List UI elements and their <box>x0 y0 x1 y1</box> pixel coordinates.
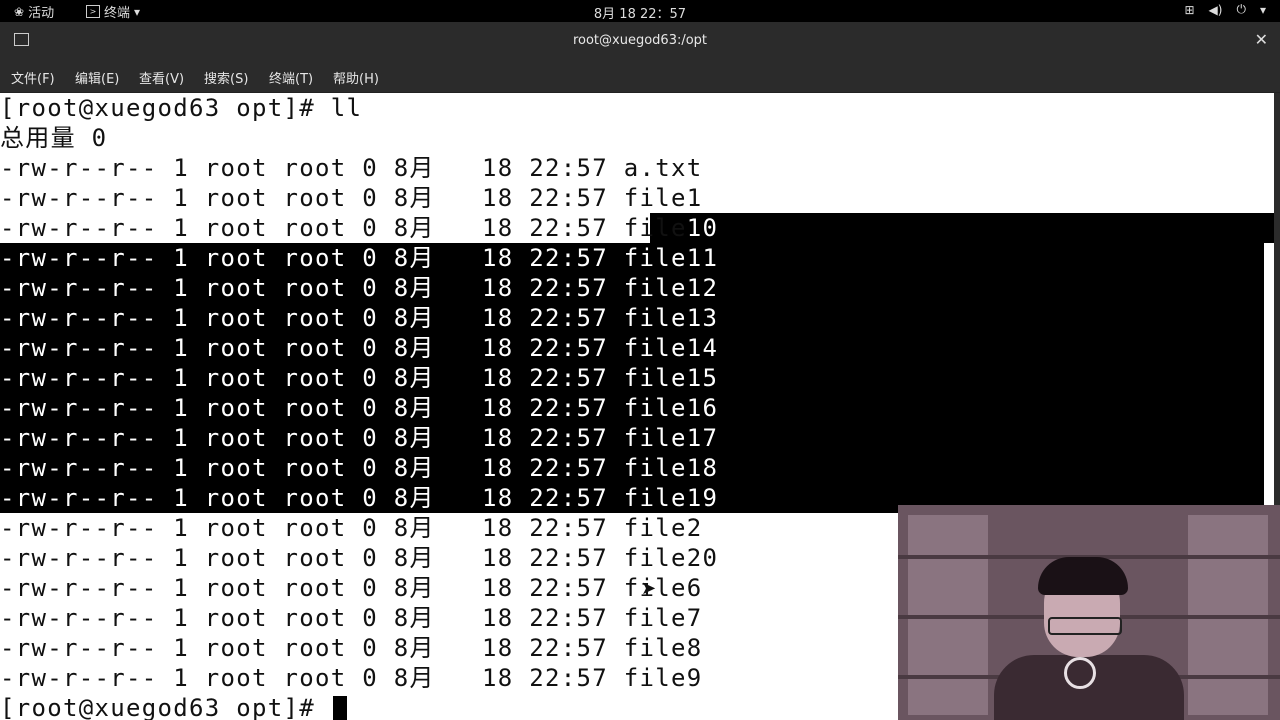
file-name-part: file <box>623 214 687 242</box>
listing-attrs: -rw-r--r-- 1 root root 0 8月 18 22:57 <box>0 634 624 662</box>
listing-row: -rw-r--r-- 1 root root 0 8月 18 22:57 fil… <box>0 213 1274 243</box>
file-name: file15 <box>623 364 719 392</box>
window-title: root@xuegod63:/opt <box>572 33 708 48</box>
file-name: a.txt <box>623 154 703 182</box>
listing-attrs: -rw-r--r-- 1 root root 0 8月 18 22:57 <box>0 334 624 362</box>
close-icon[interactable]: ✕ <box>1255 30 1268 49</box>
listing-attrs: -rw-r--r-- 1 root root 0 8月 18 22:57 <box>0 604 624 632</box>
listing-attrs: -rw-r--r-- 1 root root 0 8月 18 22:57 <box>0 424 624 452</box>
prompt-text: [root@xuegod63 opt]# <box>0 694 331 720</box>
clock[interactable]: 8月 18 22：57 <box>0 3 1280 22</box>
file-name: file10 <box>623 214 719 242</box>
file-name: file13 <box>623 304 719 332</box>
mouse-pointer-icon: ➤ <box>641 578 657 599</box>
network-icon: ⊞ <box>1184 2 1195 17</box>
listing-row: -rw-r--r-- 1 root root 0 8月 18 22:57 fil… <box>0 303 1274 333</box>
file-name-part-selected: 10 <box>686 214 719 242</box>
listing-row: -rw-r--r-- 1 root root 0 8月 18 22:57 fil… <box>0 273 1274 303</box>
system-tray[interactable]: ⊞ ◀) ⏻ ▾ <box>1184 2 1266 17</box>
listing-row: -rw-r--r-- 1 root root 0 8月 18 22:57 a.t… <box>0 153 1274 183</box>
listing-attrs: -rw-r--r-- 1 root root 0 8月 18 22:57 <box>0 364 624 392</box>
command-line: [root@xuegod63 opt]# ll <box>0 94 363 122</box>
menu-terminal[interactable]: 终端(T) <box>269 68 313 87</box>
file-name: file9 <box>623 664 703 692</box>
listing-attrs: -rw-r--r-- 1 root root 0 8月 18 22:57 <box>0 514 624 542</box>
listing-attrs: -rw-r--r-- 1 root root 0 8月 18 22:57 <box>0 274 624 302</box>
listing-attrs: -rw-r--r-- 1 root root 0 8月 18 22:57 <box>0 304 624 332</box>
chevron-down-icon: ▾ <box>1259 2 1266 17</box>
listing-row: -rw-r--r-- 1 root root 0 8月 18 22:57 fil… <box>0 393 1274 423</box>
menu-file[interactable]: 文件(F) <box>11 68 55 87</box>
listing-attrs: -rw-r--r-- 1 root root 0 8月 18 22:57 <box>0 214 624 242</box>
file-name: file1 <box>623 184 703 212</box>
menu-bar: 文件(F) 编辑(E) 查看(V) 搜索(S) 终端(T) 帮助(H) <box>0 60 1280 93</box>
listing-attrs: -rw-r--r-- 1 root root 0 8月 18 22:57 <box>0 454 624 482</box>
window-titlebar: root@xuegod63:/opt ✕ <box>0 22 1280 60</box>
listing-attrs: -rw-r--r-- 1 root root 0 8月 18 22:57 <box>0 574 624 602</box>
power-icon: ⏻ <box>1236 2 1246 16</box>
menu-search[interactable]: 搜索(S) <box>204 68 248 87</box>
file-name: file11 <box>623 244 719 272</box>
listing-attrs: -rw-r--r-- 1 root root 0 8月 18 22:57 <box>0 394 624 422</box>
listing-row: -rw-r--r-- 1 root root 0 8月 18 22:57 fil… <box>0 423 1274 453</box>
file-name: file19 <box>623 484 719 512</box>
listing-row: -rw-r--r-- 1 root root 0 8月 18 22:57 fil… <box>0 333 1274 363</box>
listing-row: -rw-r--r-- 1 root root 0 8月 18 22:57 fil… <box>0 183 1274 213</box>
file-name: file20 <box>623 544 719 572</box>
menu-help[interactable]: 帮助(H) <box>333 68 379 87</box>
file-name: file17 <box>623 424 719 452</box>
file-name: file18 <box>623 454 719 482</box>
file-name: file14 <box>623 334 719 362</box>
listing-attrs: -rw-r--r-- 1 root root 0 8月 18 22:57 <box>0 154 624 182</box>
volume-icon: ◀) <box>1208 2 1223 17</box>
menu-view[interactable]: 查看(V) <box>139 68 184 87</box>
menu-edit[interactable]: 编辑(E) <box>75 68 119 87</box>
listing-attrs: -rw-r--r-- 1 root root 0 8月 18 22:57 <box>0 544 624 572</box>
file-name: file7 <box>623 604 703 632</box>
listing-row: -rw-r--r-- 1 root root 0 8月 18 22:57 fil… <box>0 243 1274 273</box>
top-bar: ❀ 活动 > 终端 ▾ 8月 18 22：57 ⊞ ◀) ⏻ ▾ <box>0 0 1280 22</box>
listing-row: -rw-r--r-- 1 root root 0 8月 18 22:57 fil… <box>0 363 1274 393</box>
listing-attrs: -rw-r--r-- 1 root root 0 8月 18 22:57 <box>0 664 624 692</box>
listing-attrs: -rw-r--r-- 1 root root 0 8月 18 22:57 <box>0 244 624 272</box>
listing-row: -rw-r--r-- 1 root root 0 8月 18 22:57 fil… <box>0 453 1274 483</box>
file-name: file2 <box>623 514 703 542</box>
text-cursor <box>332 696 347 720</box>
listing-attrs: -rw-r--r-- 1 root root 0 8月 18 22:57 <box>0 484 624 512</box>
file-name: file16 <box>623 394 719 422</box>
file-name: file8 <box>623 634 703 662</box>
listing-attrs: -rw-r--r-- 1 root root 0 8月 18 22:57 <box>0 184 624 212</box>
total-line: 总用量 0 <box>0 124 108 152</box>
webcam-overlay <box>898 505 1280 720</box>
file-name: file6 <box>623 574 703 602</box>
file-name: file12 <box>623 274 719 302</box>
